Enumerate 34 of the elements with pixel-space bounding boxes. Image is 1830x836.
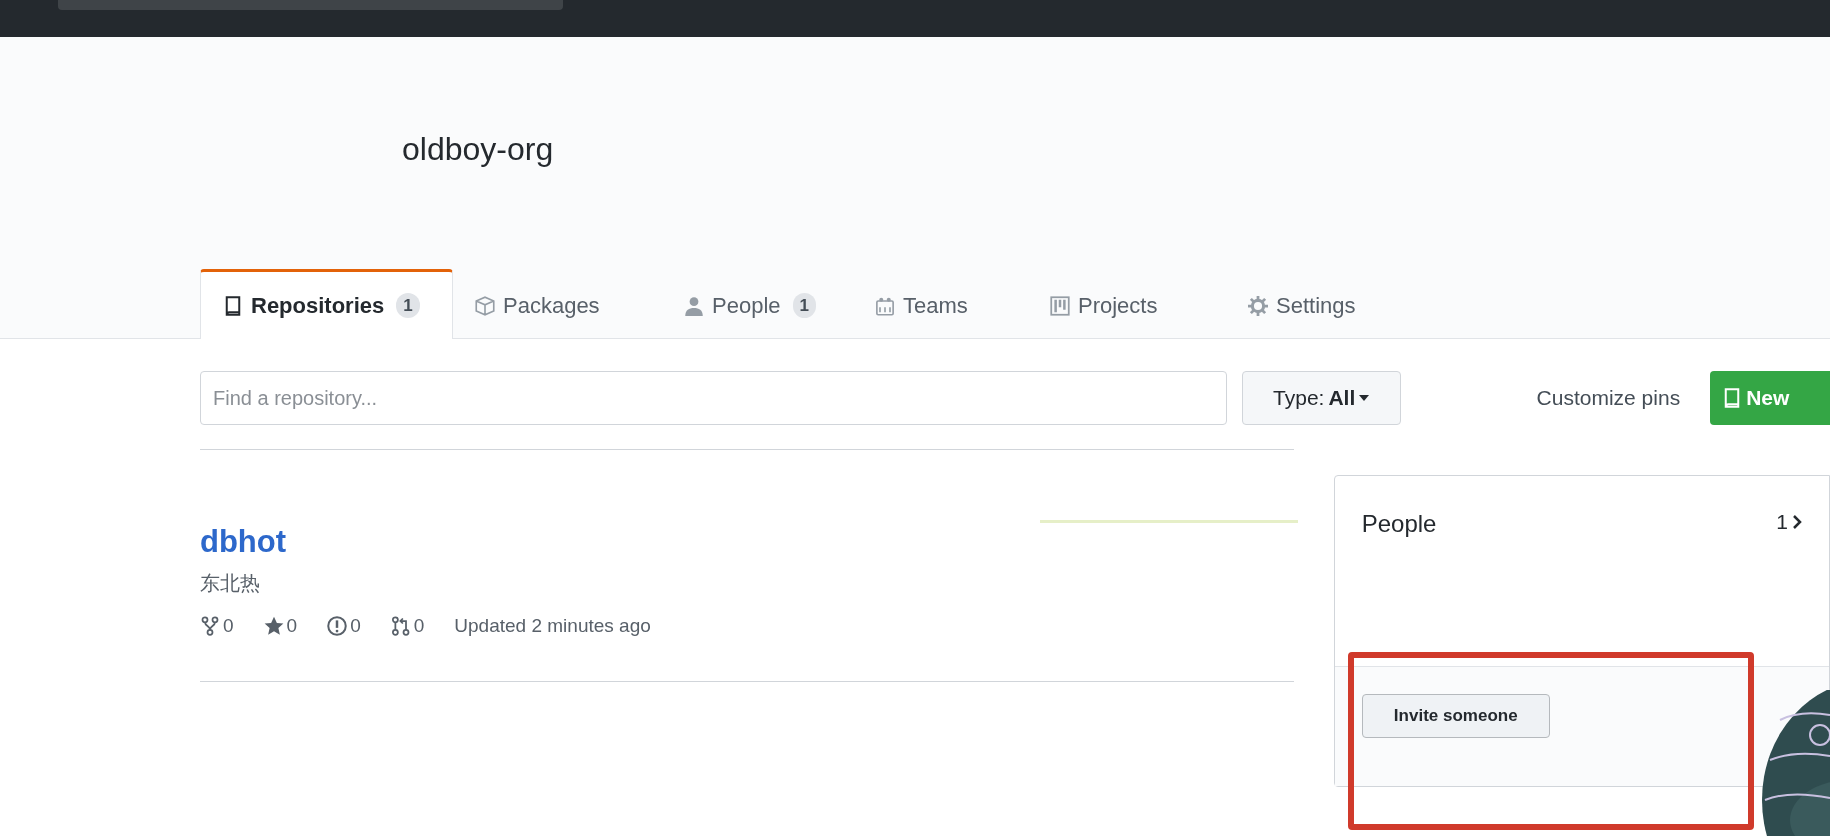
- type-dropdown[interactable]: Type: All: [1241, 371, 1401, 425]
- customize-pins-link[interactable]: Customize pins: [1536, 382, 1681, 414]
- caret-icon: [1359, 395, 1370, 401]
- tab[interactable]: Settings: [1226, 269, 1376, 339]
- card-title: People: [1361, 509, 1437, 539]
- chevron-right-icon: [1792, 513, 1802, 530]
- tab[interactable]: Packages: [453, 269, 662, 339]
- pull-request-icon: [390, 616, 411, 637]
- board-icon: [1050, 295, 1070, 316]
- issue-icon: [327, 616, 348, 637]
- repo-name-link[interactable]: dbhot: [200, 524, 1294, 560]
- invite-button[interactable]: Invite someone: [1361, 694, 1550, 738]
- search-field[interactable]: Find a repository...: [200, 371, 1227, 425]
- stat-count: 0: [223, 614, 234, 638]
- count-badge: 1: [396, 292, 420, 319]
- book-icon: [223, 295, 243, 316]
- people-count-link[interactable]: 1: [1776, 506, 1802, 538]
- repo-description: 东北热: [200, 571, 260, 596]
- settings-icon: [1248, 295, 1268, 316]
- updated-time: Updated 2 minutes ago: [454, 614, 651, 638]
- tab[interactable]: Teams: [853, 269, 1028, 339]
- star-icon: [263, 616, 284, 637]
- tab[interactable]: People 1: [662, 269, 853, 339]
- person-icon: [684, 295, 704, 316]
- org-name: oldboy-org: [402, 130, 554, 169]
- box-icon: [475, 295, 495, 316]
- stat-count: 0: [286, 614, 298, 638]
- fork-icon: [200, 616, 220, 637]
- stat-count: 0: [413, 614, 425, 638]
- tab[interactable]: Repositories 1: [200, 269, 453, 339]
- tab[interactable]: Projects: [1028, 269, 1226, 339]
- team-icon: [875, 295, 895, 316]
- count-badge: 1: [792, 292, 816, 319]
- stat-count: 0: [350, 614, 361, 638]
